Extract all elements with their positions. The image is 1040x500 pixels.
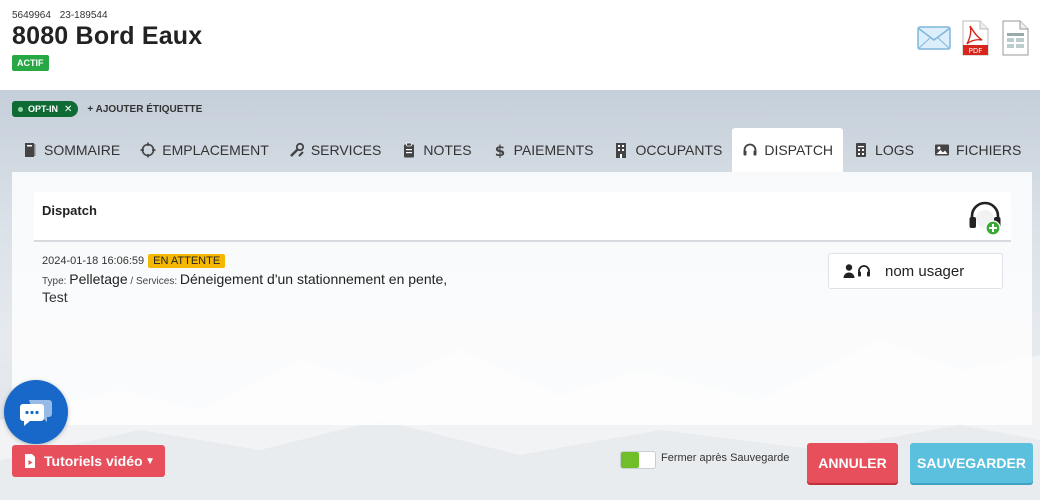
close-after-save-label: Fermer après Sauvegarde — [661, 452, 790, 464]
video-file-icon — [25, 454, 35, 468]
building-icon — [616, 143, 627, 158]
headset-add-icon[interactable] — [967, 200, 1003, 236]
dispatch-entry: 2024-01-18 16:06:59 EN ATTENTE Type: Pel… — [42, 254, 602, 305]
user-headset-icon — [843, 264, 870, 278]
mail-icon[interactable] — [916, 20, 952, 56]
tab-label: EMPLACEMENT — [162, 142, 269, 158]
add-tag-link[interactable]: + AJOUTER ÉTIQUETTE — [87, 104, 202, 115]
entry-status-badge: EN ATTENTE — [148, 254, 226, 268]
record-id: 5649964 — [12, 10, 51, 21]
tab-label: LOGS — [875, 142, 914, 158]
crosshair-icon — [140, 142, 156, 158]
image-icon — [934, 144, 949, 156]
card-title: Dispatch — [42, 203, 97, 218]
tab-sommaire[interactable]: SOMMAIRE — [12, 128, 130, 172]
tag-dot-icon — [18, 106, 23, 112]
cancel-button[interactable]: ANNULER — [807, 443, 898, 483]
record-ids: 5649964 23-189544 — [12, 10, 114, 21]
assigned-user-name: nom usager — [885, 262, 965, 280]
book-icon — [25, 143, 36, 157]
tab-services[interactable]: SERVICES — [279, 128, 392, 172]
chevron-down-icon: ▼ — [145, 455, 155, 467]
tab-notes[interactable]: NOTES — [391, 128, 481, 172]
entry-services-label: / Services: — [130, 276, 178, 287]
tag-chip[interactable]: OPT-IN ✕ — [12, 101, 79, 117]
record-ref: 23-189544 — [59, 10, 108, 21]
save-button[interactable]: SAUVEGARDER — [910, 443, 1033, 483]
dollar-icon: $ — [494, 142, 504, 158]
tab-fichiers[interactable]: FICHIERS — [924, 128, 1031, 172]
tab-label: DISPATCH — [764, 142, 834, 158]
tag-remove-icon[interactable]: ✕ — [64, 104, 72, 115]
close-after-save-toggle[interactable] — [620, 451, 656, 469]
document-icon[interactable] — [1000, 20, 1030, 56]
svg-text:$: $ — [494, 142, 504, 158]
assigned-user-box[interactable]: nom usager — [828, 253, 1003, 289]
entry-type-label: Type: — [42, 276, 67, 287]
chat-icon — [20, 400, 52, 426]
dispatch-card-header: Dispatch — [34, 192, 1011, 242]
headset-icon — [743, 143, 757, 156]
tag-label: OPT-IN — [28, 104, 59, 114]
tab-label: NOTES — [423, 142, 472, 158]
tab-occupants[interactable]: OCCUPANTS — [603, 128, 732, 172]
tab-dispatch[interactable]: DISPATCH — [732, 128, 844, 172]
chat-widget-button[interactable] — [4, 380, 68, 444]
page-title: 8080 Bord Eaux — [12, 22, 203, 50]
pdf-icon[interactable]: PDF — [960, 20, 990, 56]
entry-services-value: Déneigement d'un stationnement en pente, — [179, 271, 448, 287]
tab-paiements[interactable]: $ PAIEMENTS — [482, 128, 604, 172]
tab-label: FICHIERS — [955, 142, 1022, 158]
video-tutorials-label: Tutoriels vidéo — [44, 453, 143, 469]
entry-note: Test — [42, 289, 68, 305]
tab-emplacement[interactable]: EMPLACEMENT — [130, 128, 279, 172]
entry-timestamp: 2024-01-18 16:06:59 — [42, 255, 145, 267]
tab-label: SOMMAIRE — [44, 142, 121, 158]
tag-bar: OPT-IN ✕ + AJOUTER ÉTIQUETTE — [12, 101, 202, 117]
tools-icon — [289, 142, 304, 157]
toggle-knob — [621, 452, 639, 468]
tab-label: OCCUPANTS — [635, 142, 723, 158]
entry-type-value: Pelletage — [69, 271, 128, 287]
tab-logs[interactable]: LOGS — [843, 128, 924, 172]
log-icon — [856, 143, 867, 157]
record-header: 5649964 23-189544 8080 Bord Eaux ACTIF P… — [0, 0, 1040, 90]
video-tutorials-button[interactable]: Tutoriels vidéo ▼ — [12, 445, 165, 477]
tab-label: PAIEMENTS — [513, 142, 594, 158]
tab-label: SERVICES — [310, 142, 382, 158]
status-badge: ACTIF — [12, 55, 49, 71]
tab-bar: SOMMAIRE EMPLACEMENT SERVICES NOTES $ PA… — [12, 128, 1031, 172]
svg-text:PDF: PDF — [969, 47, 983, 55]
clipboard-icon — [404, 142, 415, 158]
